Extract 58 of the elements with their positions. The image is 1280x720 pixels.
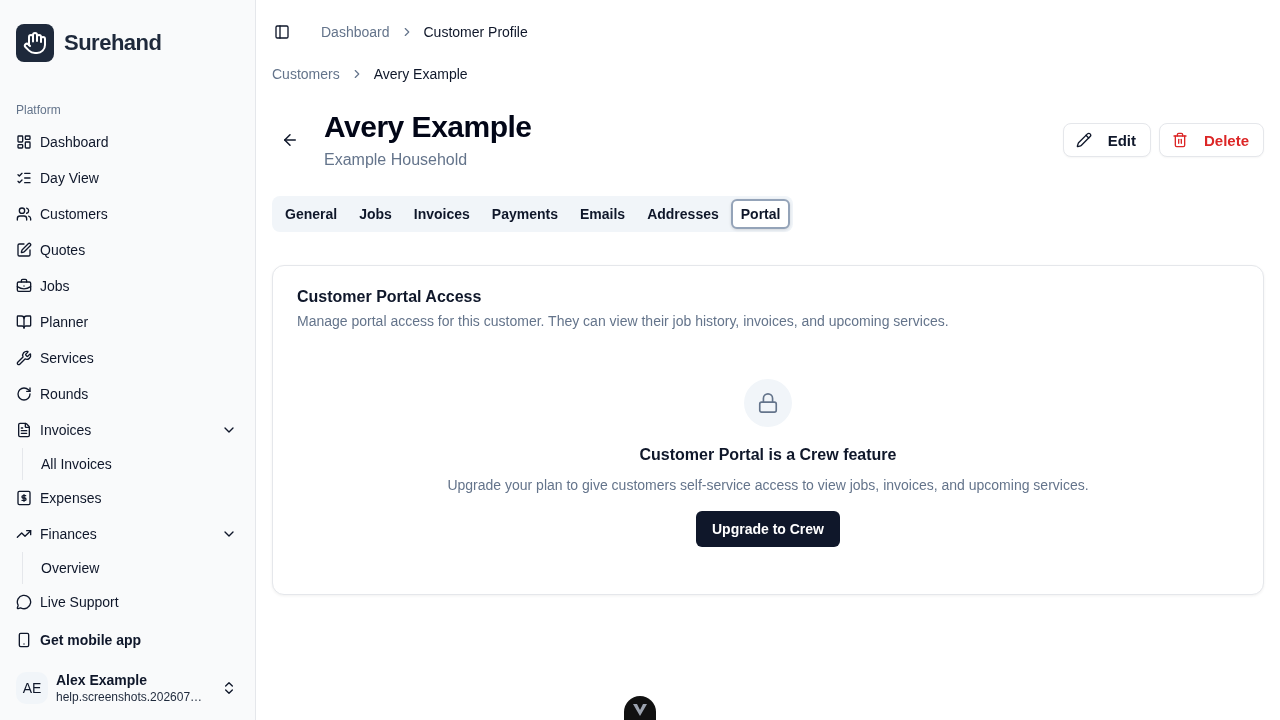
tab[interactable]: Invoices xyxy=(403,199,480,229)
page-subtitle: Example Household xyxy=(324,150,469,170)
logo-icon xyxy=(16,24,54,62)
pencil-icon xyxy=(1075,132,1092,148)
nav-item[interactable]: Live Support xyxy=(8,584,247,620)
chat-bubble-icon xyxy=(16,594,32,610)
user-name: Alex Example xyxy=(56,671,149,689)
tab[interactable]: Emails xyxy=(570,199,636,229)
breadcrumb-link[interactable]: Dashboard xyxy=(321,22,390,42)
breadcrumb-link[interactable]: Customers xyxy=(272,64,340,84)
mobile-app-link[interactable]: Get mobile app xyxy=(8,622,247,658)
breadcrumb-current: Avery Example xyxy=(373,65,468,84)
nav-item[interactable]: Rounds xyxy=(8,376,247,412)
nav-item[interactable]: Customers xyxy=(8,196,247,232)
sub-nav-item[interactable]: All Invoices xyxy=(33,450,247,478)
locked-heading: Customer Portal is a Crew feature xyxy=(639,445,897,465)
tab[interactable]: Payments xyxy=(481,199,568,229)
v-logo-icon[interactable] xyxy=(624,696,656,720)
nav-item[interactable]: Quotes xyxy=(8,232,247,268)
brand-name: Surehand xyxy=(64,30,162,56)
tab[interactable]: Portal xyxy=(730,199,791,229)
delete-button[interactable]: Delete xyxy=(1158,123,1264,157)
grid-icon xyxy=(16,134,32,150)
nav-item[interactable]: Finances xyxy=(8,516,247,552)
nav-item[interactable]: Day View xyxy=(8,160,247,196)
card-description: Manage portal access for this customer. They can view their job history, invoices, and upcoming services. xyxy=(297,312,950,331)
nav-item[interactable]: Expenses xyxy=(8,480,247,516)
tab[interactable]: Addresses xyxy=(637,199,729,229)
pen-square-icon xyxy=(16,242,32,258)
upgrade-button[interactable]: Upgrade to Crew xyxy=(696,511,840,547)
nav-item[interactable]: Invoices xyxy=(8,412,247,448)
page-title: Avery Example xyxy=(324,109,532,145)
nav-item[interactable]: Dashboard xyxy=(8,124,247,160)
tab[interactable]: General xyxy=(275,199,348,229)
phone-icon xyxy=(16,632,32,648)
section-label: Platform xyxy=(15,102,62,119)
sub-nav-item[interactable]: Overview xyxy=(33,554,247,582)
trash-icon xyxy=(1171,132,1188,148)
user-email: help.screenshots.202607… xyxy=(56,689,204,705)
nav-item[interactable]: Planner xyxy=(8,304,247,340)
open-book-icon xyxy=(16,314,32,330)
breadcrumb-current: Customer Profile xyxy=(423,23,528,42)
refresh-icon xyxy=(16,386,32,402)
nav-item[interactable]: Services xyxy=(8,340,247,376)
checklist-icon xyxy=(16,170,32,186)
locked-text: Upgrade your plan to give customers self-service access to view jobs, invoices, and upcoming services. xyxy=(447,476,1089,495)
briefcase-icon xyxy=(16,278,32,294)
card-title: Customer Portal Access xyxy=(297,287,483,307)
dollar-square-icon xyxy=(16,490,32,506)
user-avatar: AE xyxy=(16,672,48,704)
edit-button[interactable]: Edit xyxy=(1062,123,1151,157)
document-icon xyxy=(16,422,32,438)
users-icon xyxy=(16,206,32,222)
nav-item[interactable]: Jobs xyxy=(8,268,247,304)
sidebar-toggle-icon[interactable] xyxy=(274,24,290,40)
wrench-icon xyxy=(16,350,32,366)
tab[interactable]: Jobs xyxy=(349,199,402,229)
lock-icon xyxy=(744,379,792,427)
